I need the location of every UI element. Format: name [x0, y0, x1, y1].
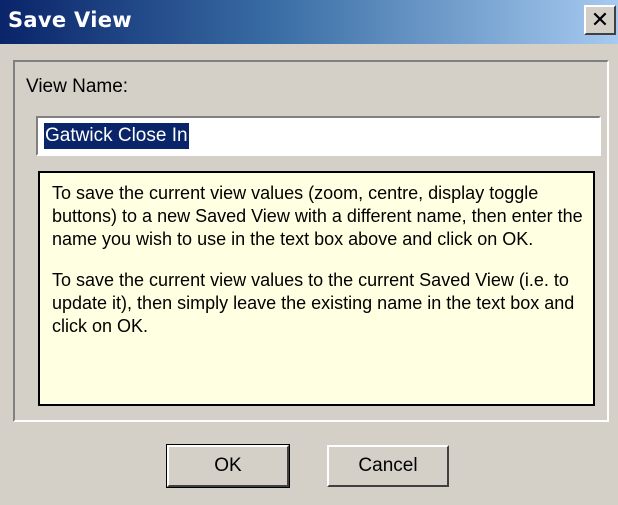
help-text-box: To save the current view values (zoom, c… [38, 171, 595, 406]
title-bar[interactable]: Save View ✕ [0, 0, 618, 44]
close-button[interactable]: ✕ [584, 5, 616, 35]
ok-button[interactable]: OK [166, 444, 290, 488]
save-view-dialog: Save View ✕ View Name: Gatwick Close In … [0, 0, 618, 505]
help-paragraph-update-view: To save the current view values to the c… [52, 270, 575, 336]
dialog-title: Save View [8, 8, 132, 32]
view-name-selected-text: Gatwick Close In [44, 123, 189, 149]
close-icon: ✕ [590, 7, 610, 33]
view-name-input[interactable]: Gatwick Close In [36, 116, 601, 156]
cancel-button[interactable]: Cancel [327, 445, 449, 487]
view-name-label: View Name: [26, 76, 129, 97]
help-paragraph-new-view: To save the current view values (zoom, c… [52, 183, 583, 249]
